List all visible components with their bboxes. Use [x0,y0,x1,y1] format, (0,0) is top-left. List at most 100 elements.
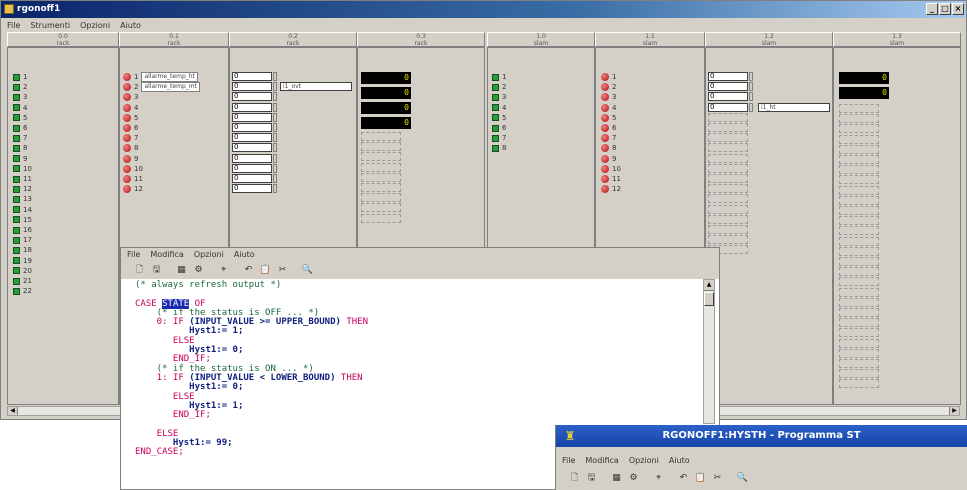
relay-output[interactable]: 1 allarme_temp_ht [123,72,198,82]
compile-icon[interactable]: ▦ [175,264,188,277]
spinner-icon[interactable] [749,102,753,112]
relay-output[interactable]: 9 [123,154,138,164]
settings-icon[interactable]: ⚙ [627,472,640,485]
relay-output[interactable]: 3 [123,92,138,102]
input-value-field[interactable]: 0 [232,102,272,112]
undo-icon[interactable]: ↶ [242,264,255,277]
input-value-field[interactable]: 0 [232,143,272,153]
input-value-field[interactable]: 0 [232,184,272,194]
spinner-icon[interactable] [273,184,277,194]
spinner-icon[interactable] [749,72,753,81]
scroll-up-arrow[interactable]: ▲ [704,280,714,291]
new-icon[interactable]: 🗋 [133,264,146,277]
input-tag[interactable]: i1_ht [758,102,830,112]
menu-file[interactable]: File [562,456,575,465]
relay-output[interactable]: 2 [601,82,616,92]
input-value-field[interactable]: 0 [232,123,272,132]
relay-output[interactable]: 12 [601,184,621,194]
relay-output[interactable]: 7 [123,133,138,143]
spinner-icon[interactable] [273,133,277,143]
spinner-icon[interactable] [749,82,753,92]
compile-icon[interactable]: ▦ [610,472,623,485]
relay-output[interactable]: 2 allarme_temp_mt [123,82,200,93]
paste-icon[interactable]: 📋 [694,472,707,485]
menu-aiuto[interactable]: Aiuto [234,250,255,259]
relay-output[interactable]: 5 [601,113,616,123]
find-icon[interactable]: ⌖ [217,264,230,277]
relay-output[interactable]: 9 [601,154,616,164]
spinner-icon[interactable] [273,143,277,153]
find-icon[interactable]: ⌖ [652,472,665,485]
relay-output[interactable]: 11 [601,174,621,184]
input-value-field[interactable]: 0 [232,112,272,122]
main-titlebar[interactable]: rgonoff1 _ □ × [1,1,966,18]
menu-modifica[interactable]: Modifica [585,456,618,465]
relay-output[interactable]: 12 [123,184,143,194]
menu-file[interactable]: File [127,250,140,259]
relay-output[interactable]: 11 [123,174,143,184]
cut-icon[interactable]: ✂ [711,472,724,485]
close-button[interactable]: × [952,3,964,15]
input-value-field[interactable]: 0 [708,92,748,102]
input-value-field[interactable]: 0 [232,72,272,81]
save-icon[interactable]: 🖫 [150,264,163,277]
input-tag[interactable]: i1_ovt [280,82,352,92]
settings-icon[interactable]: ⚙ [192,264,205,277]
menu-aiuto[interactable]: Aiuto [120,21,141,30]
menu-opzioni[interactable]: Opzioni [194,250,224,259]
relay-label[interactable]: allarme_temp_mt [141,82,200,93]
scroll-thumb[interactable] [704,292,714,306]
input-value-field[interactable]: 0 [708,72,748,81]
new-icon[interactable]: 🗋 [568,472,581,485]
relay-output[interactable]: 10 [601,164,621,174]
relay-output[interactable]: 8 [601,143,616,153]
editor-vertical-scrollbar[interactable]: ▲ [703,279,715,424]
relay-output[interactable]: 4 [123,103,138,113]
st-program-titlebar[interactable]: ♜ RGONOFF1:HYSTH - Programma ST [556,425,967,447]
relay-output[interactable]: 1 [601,72,616,82]
paste-icon[interactable]: 📋 [259,264,272,277]
spinner-icon[interactable] [273,163,277,173]
relay-output[interactable]: 4 [601,103,616,113]
menu-file[interactable]: File [7,21,20,30]
input-value-field[interactable]: 0 [232,133,272,143]
relay-output[interactable]: 6 [601,123,616,133]
menu-opzioni[interactable]: Opzioni [80,21,110,30]
menu-aiuto[interactable]: Aiuto [669,456,690,465]
spinner-icon[interactable] [273,82,277,92]
menu-modifica[interactable]: Modifica [150,250,183,259]
spinner-icon[interactable] [273,123,277,132]
search-icon[interactable]: 🔍 [736,472,749,485]
relay-output[interactable]: 8 [123,143,138,153]
cut-icon[interactable]: ✂ [276,264,289,277]
search-icon[interactable]: 🔍 [301,264,314,277]
input-value-field[interactable]: 0 [232,92,272,102]
relay-output[interactable]: 10 [123,164,143,174]
spinner-icon[interactable] [273,153,277,163]
relay-output[interactable]: 5 [123,113,138,123]
relay-output[interactable]: 7 [601,133,616,143]
minimize-button[interactable]: _ [926,3,938,15]
menu-opzioni[interactable]: Opzioni [629,456,659,465]
maximize-button[interactable]: □ [939,3,951,15]
spinner-icon[interactable] [273,102,277,112]
input-value-field[interactable]: 0 [232,153,272,163]
spinner-icon[interactable] [273,174,277,183]
scroll-left-arrow[interactable]: ◀ [8,407,18,415]
spinner-icon[interactable] [273,72,277,81]
input-value-field[interactable]: 0 [232,163,272,173]
input-value-field[interactable]: 0 [708,82,748,92]
save-icon[interactable]: 🖫 [585,472,598,485]
input-value-field[interactable]: 0 [708,102,748,112]
input-value-field[interactable]: 0 [232,174,272,183]
relay-label[interactable]: allarme_temp_ht [141,72,198,82]
input-value-field[interactable]: 0 [232,82,272,92]
menu-strumenti[interactable]: Strumenti [30,21,70,30]
scroll-right-arrow[interactable]: ▶ [949,407,959,415]
spinner-icon[interactable] [749,92,753,102]
undo-icon[interactable]: ↶ [677,472,690,485]
spinner-icon[interactable] [273,92,277,102]
relay-output[interactable]: 3 [601,92,616,102]
spinner-icon[interactable] [273,112,277,122]
relay-output[interactable]: 6 [123,123,138,133]
